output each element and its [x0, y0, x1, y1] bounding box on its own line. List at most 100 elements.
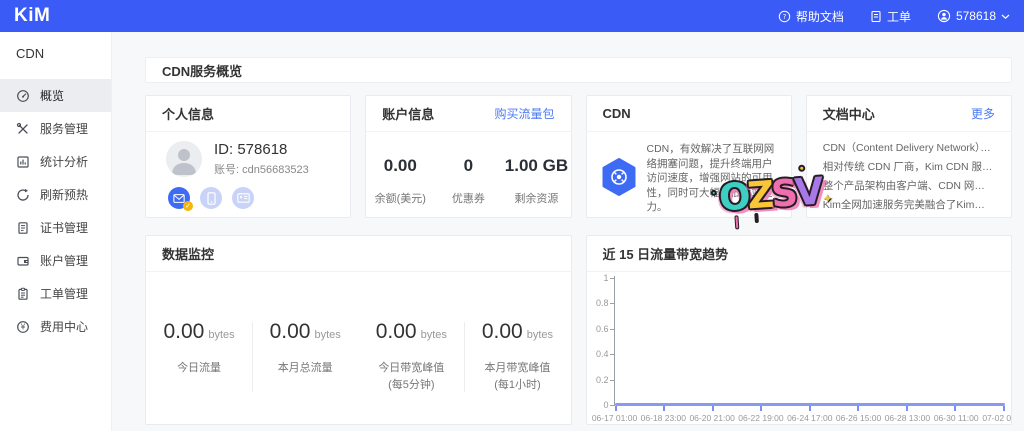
idcard-unverified-icon[interactable] — [232, 187, 254, 209]
sidebar-item-overview[interactable]: 概览 — [0, 79, 111, 112]
y-tick-label: 0.4 — [587, 349, 609, 359]
today-traffic-value: 0.00 — [163, 320, 204, 343]
card-title: CDN — [603, 106, 631, 121]
sidebar-item-ticket-management[interactable]: 工单管理 — [0, 277, 111, 310]
chart-title: 近 15 日流量带宽趋势 — [603, 244, 729, 263]
docs-center-card: 文档中心 更多 CDN（Content Delivery Network），也即… — [806, 95, 1012, 218]
doc-item[interactable]: Kim全网加速服务完美融合了Kim对象存储和 CDN ... — [823, 196, 995, 215]
remaining-resource-label: 剩余资源 — [502, 190, 570, 206]
verified-badge-icon: ✓ — [183, 201, 193, 211]
ticket-label: 工单 — [887, 8, 911, 25]
help-docs-button[interactable]: ? 帮助文档 — [778, 8, 844, 25]
more-docs-link[interactable]: 更多 — [971, 105, 995, 122]
traffic-trend-card: 近 15 日流量带宽趋势 1 0.8 0.6 0.4 0.2 0 — [586, 235, 1013, 425]
month-bandwidth-peak-sublabel: (每1小时) — [494, 379, 540, 391]
data-monitor-header: 数据监控 — [146, 236, 571, 272]
month-traffic-label: 本月总流量 — [278, 362, 333, 374]
y-tick-label: 1 — [587, 273, 609, 283]
month-traffic-value: 0.00 — [270, 320, 311, 343]
sidebar-item-service-management[interactable]: 服务管理 — [0, 112, 111, 145]
y-tick-label: 0.2 — [587, 375, 609, 385]
help-icon: ? — [778, 10, 791, 23]
unit-label: bytes — [421, 329, 447, 341]
today-bandwidth-peak-sublabel: (每5分钟) — [388, 379, 434, 391]
card-title: 账户信息 — [382, 104, 434, 123]
remaining-resource-value: 1.00 GB — [502, 156, 570, 176]
docs-list: CDN（Content Delivery Network），也即内容分发... … — [807, 132, 1011, 215]
user-id-label: 578618 — [956, 9, 996, 23]
x-tick-label: 06-22 19:00 — [738, 413, 783, 423]
bar-chart-icon — [16, 155, 30, 169]
cdn-promo-card: CDN CDN，有效解决了互联网网络拥塞问题，提升终端用户访问速度，增强网站的可… — [586, 95, 792, 218]
cdn-hexagon-icon — [601, 142, 637, 218]
x-tick-marks — [615, 406, 1006, 411]
y-tick-label: 0 — [587, 400, 609, 410]
personal-info-card: 个人信息 ID: 578618 账号: cdn56683523 ✓ — [145, 95, 351, 218]
sidebar-item-billing-center[interactable]: ¥ 费用中心 — [0, 310, 111, 343]
x-tick-label: 06-24 17:00 — [787, 413, 832, 423]
coupon-label: 优惠券 — [434, 190, 502, 206]
wallet-icon — [16, 254, 30, 268]
avatar — [166, 141, 202, 177]
x-tick-label: 06-17 01:00 — [592, 413, 637, 423]
sidebar-item-label: 统计分析 — [40, 153, 88, 170]
doc-item[interactable]: 相对传统 CDN 厂商，Kim CDN 服务完全实现全自... — [823, 158, 995, 177]
sidebar-item-refresh-preheat[interactable]: 刷新预热 — [0, 178, 111, 211]
personal-info-header: 个人信息 — [146, 96, 350, 132]
month-bandwidth-peak-stat: 0.00bytes 本月带宽峰值(每1小时) — [464, 320, 570, 425]
help-docs-label: 帮助文档 — [796, 8, 844, 25]
brand-logo[interactable]: KiM — [14, 5, 50, 27]
data-monitor-body: 0.00bytes 今日流量 0.00bytes 本月总流量 0.00bytes… — [146, 272, 571, 425]
billing-icon: ¥ — [16, 320, 30, 334]
card-title: 数据监控 — [162, 244, 214, 263]
remaining-resource-stat: 1.00 GB 剩余资源 — [502, 156, 570, 206]
cdn-promo-header: CDN — [587, 96, 791, 132]
unit-label: bytes — [314, 329, 340, 341]
overview-cards-row: 个人信息 ID: 578618 账号: cdn56683523 ✓ — [145, 95, 1012, 218]
page-title: CDN服务概览 — [162, 61, 242, 80]
sidebar-item-label: 概览 — [40, 87, 64, 104]
svg-text:¥: ¥ — [21, 322, 26, 331]
email-verified-icon[interactable]: ✓ — [168, 187, 190, 209]
doc-item[interactable]: 整个产品架构由客户端、CDN 网络、企业源站，... — [823, 177, 995, 196]
today-bandwidth-peak-label: 今日带宽峰值 — [378, 362, 444, 374]
balance-label: 余额(美元) — [366, 190, 434, 206]
account-info-body: 0.00 余额(美元) 0 优惠券 1.00 GB 剩余资源 — [366, 132, 570, 206]
today-traffic-stat: 0.00bytes 今日流量 — [146, 320, 252, 425]
doc-item[interactable]: CDN（Content Delivery Network），也即内容分发... — [823, 139, 995, 158]
x-tick-label: 06-30 11:00 — [934, 413, 979, 423]
y-axis-line — [614, 276, 615, 406]
sidebar-item-statistics[interactable]: 统计分析 — [0, 145, 111, 178]
data-monitor-card: 数据监控 0.00bytes 今日流量 0.00bytes 本月总流量 0.00… — [145, 235, 572, 425]
phone-unverified-icon[interactable] — [200, 187, 222, 209]
sidebar-item-label: 费用中心 — [40, 318, 88, 335]
dashboard-icon — [16, 89, 30, 103]
account-info-header: 账户信息 购买流量包 — [366, 96, 570, 132]
sidebar: CDN 概览 服务管理 统计分析 刷新预热 证书管理 账户管理 工单管理 — [0, 32, 112, 431]
page-title-bar: CDN服务概览 — [145, 57, 1012, 83]
traffic-trend-chart: 1 0.8 0.6 0.4 0.2 0 06-17 01:00 — [587, 272, 1012, 425]
user-menu[interactable]: 578618 — [937, 9, 1010, 23]
card-title: 个人信息 — [162, 104, 214, 123]
y-tick-label: 0.6 — [587, 324, 609, 334]
buy-traffic-package-link[interactable]: 购买流量包 — [494, 105, 554, 122]
sidebar-menu: 概览 服务管理 统计分析 刷新预热 证书管理 账户管理 工单管理 ¥ 费用中心 — [0, 79, 111, 343]
unit-label: bytes — [208, 329, 234, 341]
cdn-description: CDN，有效解决了互联网网络拥塞问题，提升终端用户访问速度，增强网站的可用性，同… — [647, 142, 779, 215]
sidebar-item-account-management[interactable]: 账户管理 — [0, 244, 111, 277]
unit-label: bytes — [527, 329, 553, 341]
coupon-value: 0 — [434, 156, 502, 176]
docs-center-header: 文档中心 更多 — [807, 96, 1011, 132]
x-axis-labels: 06-17 01:00 06-18 23:00 06-20 21:00 06-2… — [615, 413, 1006, 425]
user-icon — [937, 9, 951, 23]
monitor-row: 数据监控 0.00bytes 今日流量 0.00bytes 本月总流量 0.00… — [145, 235, 1012, 425]
traffic-trend-header: 近 15 日流量带宽趋势 — [587, 236, 1012, 272]
sidebar-item-label: 工单管理 — [40, 285, 88, 302]
tools-icon — [16, 122, 30, 136]
personal-info-body: ID: 578618 账号: cdn56683523 ✓ — [146, 132, 350, 217]
ticket-button[interactable]: 工单 — [870, 8, 911, 25]
balance-stat: 0.00 余额(美元) — [366, 156, 434, 206]
today-bandwidth-peak-stat: 0.00bytes 今日带宽峰值(每5分钟) — [358, 320, 464, 425]
card-title: 文档中心 — [823, 104, 875, 123]
sidebar-item-certificate-management[interactable]: 证书管理 — [0, 211, 111, 244]
